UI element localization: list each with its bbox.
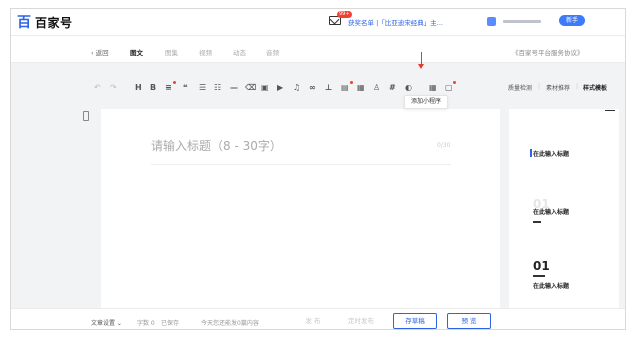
table-icon[interactable]: ▦ [357, 83, 365, 93]
audio-icon[interactable]: ♫ [293, 83, 300, 93]
template-2-underline [533, 221, 541, 223]
template-panel: 在此输入标题 01 在此输入标题 01 在此输入标题 [509, 109, 619, 311]
tab-dynamic[interactable]: 动态 [233, 47, 246, 57]
template-1[interactable]: 在此输入标题 [533, 149, 569, 158]
separator: | [538, 83, 541, 90]
align-new-dot [173, 81, 176, 84]
divider-icon[interactable]: — [230, 83, 238, 93]
card-new-dot [350, 81, 353, 84]
title-input[interactable]: 请输入标题（8 - 30字） [151, 137, 282, 154]
schedule-publish-button[interactable]: 定时发布 [341, 313, 381, 329]
active-tab-indicator [605, 110, 615, 111]
template-1-accent [530, 149, 532, 157]
quality-check-button[interactable]: 质量检测 [508, 83, 532, 92]
link-icon[interactable]: ∞ [309, 83, 316, 93]
editor-toolbar: ↶ ↷ H B ≡ ❝ ☰ ☷ — ⌫ ▣ ▶ ♫ ∞ ⊥ ▤ ▦ ♙ # ◐ … [11, 63, 625, 101]
template-3-underline [533, 275, 545, 277]
miniprogram-icon[interactable]: ◐ [405, 83, 412, 93]
tab-video[interactable]: 视频 [199, 47, 212, 57]
username-blurred[interactable] [503, 20, 541, 23]
topic-icon[interactable]: # [389, 83, 396, 93]
logo[interactable]: 百 百家号 [17, 14, 73, 31]
top-bar: 百 百家号 99+ 获奖名单 |「比亚迪宋经典」主... 新手 [11, 9, 625, 36]
style-template-button[interactable]: 样式模板 [583, 83, 607, 92]
editor-area[interactable]: 请输入标题（8 - 30字） 0/30 [101, 109, 500, 311]
title-char-count: 0/30 [437, 142, 451, 149]
video-icon[interactable]: ▶ [277, 83, 283, 93]
template-3[interactable]: 在此输入标题 [533, 281, 569, 290]
content-type-tabs: ‹ 返回 图文 图集 视频 动态 音频 《百家号平台服务协议》 [11, 36, 625, 63]
vote-icon[interactable]: ⊥ [325, 83, 332, 93]
service-agreement-link[interactable]: 《百家号平台服务协议》 [512, 47, 584, 57]
bold-icon[interactable]: B [150, 83, 156, 93]
ordered-list-icon[interactable]: ☰ [199, 83, 206, 93]
material-recommend-button[interactable]: 素材推荐 [546, 83, 570, 92]
bottom-bar: 文章设置 ⌄ 字数 0 已保存 今天您还能发0篇内容 发 布 定时发布 存草稿 … [11, 308, 625, 329]
back-label: 返回 [95, 49, 109, 57]
title-underline [151, 164, 451, 165]
undo-icon[interactable]: ↶ [94, 83, 101, 93]
publish-button[interactable]: 发 布 [298, 313, 328, 329]
grid-icon[interactable]: ▦ [429, 83, 437, 93]
avatar[interactable] [487, 17, 496, 26]
logo-icon: 百 [17, 14, 31, 31]
poi-icon[interactable]: ♙ [373, 83, 380, 93]
daily-quota-text: 今天您还能发0篇内容 [201, 320, 259, 327]
align-icon[interactable]: ≡ [165, 83, 172, 93]
tab-gallery[interactable]: 图集 [165, 47, 178, 57]
save-draft-button[interactable]: 存草稿 [393, 313, 437, 329]
preview-button[interactable]: 预 览 [447, 313, 491, 329]
word-count: 字数 0 [137, 320, 155, 327]
card-icon[interactable]: ▤ [341, 83, 349, 93]
eraser-icon[interactable]: ⌫ [245, 83, 256, 93]
quote-icon[interactable]: ❝ [183, 83, 188, 93]
heading-icon[interactable]: H [135, 83, 142, 93]
doc-new-dot [453, 81, 456, 84]
miniprogram-tooltip: 添加小程序 [404, 95, 448, 109]
app-window: 百 百家号 99+ 获奖名单 |「比亚迪宋经典」主... 新手 ‹ 返回 图文 … [10, 8, 626, 330]
tab-audio[interactable]: 音频 [266, 47, 279, 57]
mobile-preview-icon[interactable] [83, 111, 89, 121]
article-settings-button[interactable]: 文章设置 ⌄ [91, 318, 122, 327]
image-icon[interactable]: ▣ [261, 83, 269, 93]
save-status: 已保存 [161, 320, 180, 327]
logo-text: 百家号 [35, 16, 73, 30]
newbie-button[interactable]: 新手 [559, 15, 585, 26]
unordered-list-icon[interactable]: ☷ [214, 83, 221, 93]
back-button[interactable]: ‹ 返回 [91, 47, 109, 57]
doc-icon[interactable]: ▢ [445, 83, 453, 93]
tab-article[interactable]: 图文 [130, 47, 143, 57]
redo-icon[interactable]: ↷ [110, 83, 117, 93]
template-3-number: 01 [533, 259, 550, 273]
separator: | [576, 83, 579, 90]
notice-link[interactable]: 获奖名单 |「比亚迪宋经典」主... [348, 17, 443, 27]
template-2[interactable]: 在此输入标题 [533, 207, 569, 216]
annotation-arrow-head [418, 64, 424, 69]
